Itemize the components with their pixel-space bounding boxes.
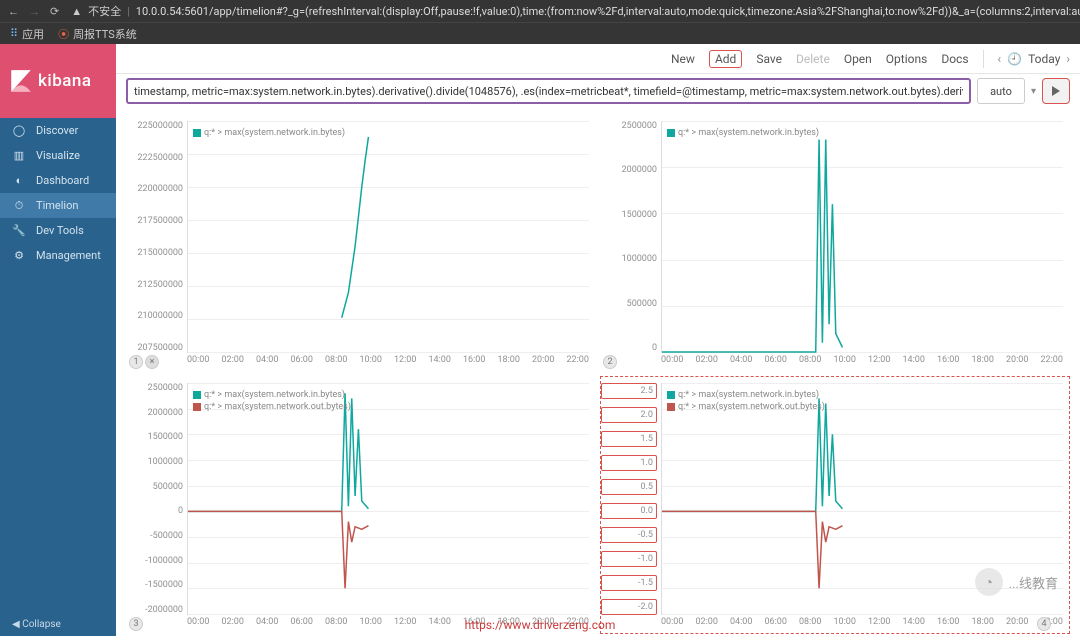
x-axis: 00:0002:0004:0006:0008:0010:0012:0014:00… — [661, 617, 1063, 631]
y-axis: 25000002000000150000010000005000000-5000… — [127, 383, 183, 615]
bookmarks-bar: ⠿应用 ⦿周报TTS系统 — [0, 22, 1080, 44]
y-axis: 2.52.01.51.00.50.0-0.5-1.0-1.5-2.0 — [601, 383, 657, 615]
query-row: ▾ — [116, 74, 1080, 108]
save-button[interactable]: Save — [756, 52, 782, 66]
sidebar-item-dashboard[interactable]: ◐Dashboard — [0, 168, 116, 193]
sidebar-item-devtools[interactable]: 🔧Dev Tools — [0, 218, 116, 243]
chevron-left-icon: ◀ — [12, 619, 20, 630]
browser-toolbar: ← → ⟳ ▲ 不安全 | 10.0.0.54:5601/app/timelio… — [0, 0, 1080, 22]
time-range[interactable]: Today — [1028, 52, 1060, 66]
docs-button[interactable]: Docs — [941, 52, 968, 66]
bookmark-apps[interactable]: ⠿应用 — [10, 26, 44, 42]
wechat-icon: ◔ — [975, 568, 1003, 596]
insecure-label: 不安全 — [88, 3, 121, 19]
watermark: ◔ ...线教育 — [975, 568, 1058, 596]
kibana-logo[interactable]: kibana — [0, 44, 116, 118]
y-axis: 2250000002225000002200000002175000002150… — [127, 121, 183, 353]
x-axis: 00:0002:0004:0006:0008:0010:0012:0014:00… — [187, 355, 589, 369]
chart-legend: q:* > max(system.network.in.bytes) q:* >… — [667, 389, 825, 413]
chevron-down-icon[interactable]: ▾ — [1031, 86, 1036, 97]
clock-icon: ⏱ — [12, 199, 26, 213]
footer-link[interactable]: https://www.driverzeng.com — [465, 618, 616, 632]
interval-select[interactable] — [977, 78, 1025, 104]
sidebar-item-discover[interactable]: ◯Discover — [0, 118, 116, 143]
gear-icon: ⚙ — [12, 249, 26, 262]
chart-panel-2[interactable]: 25000002000000150000010000005000000 q:* … — [600, 114, 1070, 372]
bookmark-tts[interactable]: ⦿周报TTS系统 — [58, 26, 137, 42]
compass-icon: ◯ — [12, 124, 26, 137]
plot-area — [661, 121, 1063, 353]
wrench-icon: 🔧 — [12, 224, 26, 237]
x-axis: 00:0002:0004:0006:0008:0010:0012:0014:00… — [661, 355, 1063, 369]
run-button[interactable] — [1042, 78, 1070, 104]
sidebar-item-management[interactable]: ⚙Management — [0, 243, 116, 268]
warning-icon: ▲ — [71, 5, 82, 18]
delete-button[interactable]: Delete — [796, 52, 830, 66]
play-icon — [1051, 86, 1061, 96]
prev-page-icon[interactable]: ‹ — [998, 52, 1002, 66]
chart-panel-3[interactable]: 25000002000000150000010000005000000-5000… — [126, 376, 596, 634]
forward-icon[interactable]: → — [29, 5, 40, 18]
timelion-expression-input[interactable] — [126, 78, 971, 104]
clock-icon: 🕘 — [1007, 52, 1022, 66]
bar-chart-icon: ▥ — [12, 149, 26, 162]
sidebar-item-visualize[interactable]: ▥Visualize — [0, 143, 116, 168]
panel-number: 2 — [603, 355, 617, 369]
chart-legend: q:* > max(system.network.in.bytes) q:* >… — [193, 389, 351, 413]
open-button[interactable]: Open — [844, 52, 872, 66]
sidebar-collapse[interactable]: ◀ Collapse — [0, 612, 116, 636]
chart-legend: q:* > max(system.network.in.bytes) — [667, 127, 819, 139]
plot-area — [187, 383, 589, 615]
gauge-icon: ◐ — [12, 174, 26, 187]
panel-number: 1 — [129, 355, 143, 369]
reload-icon[interactable]: ⟳ — [50, 5, 59, 18]
main-content: New Add Save Delete Open Options Docs ‹ … — [116, 44, 1080, 636]
next-page-icon[interactable]: › — [1066, 52, 1070, 66]
sidebar-item-timelion[interactable]: ⏱Timelion — [0, 193, 116, 218]
add-button[interactable]: Add — [709, 50, 742, 68]
chart-panel-1[interactable]: 2250000002225000002200000002175000002150… — [126, 114, 596, 372]
kibana-sidebar: kibana ◯Discover ▥Visualize ◐Dashboard ⏱… — [0, 44, 116, 636]
panel-number: 3 — [129, 617, 143, 631]
timelion-toolbar: New Add Save Delete Open Options Docs ‹ … — [116, 44, 1080, 74]
options-button[interactable]: Options — [886, 52, 928, 66]
panel-close-icon[interactable]: × — [145, 355, 159, 369]
panel-number: 4 — [1037, 617, 1051, 631]
back-icon[interactable]: ← — [8, 5, 19, 18]
plot-area — [187, 121, 589, 353]
url-text[interactable]: 10.0.0.54:5601/app/timelion#?_g=(refresh… — [136, 5, 1080, 18]
y-axis: 25000002000000150000010000005000000 — [601, 121, 657, 353]
new-button[interactable]: New — [671, 52, 695, 66]
charts-grid: 2250000002225000002200000002175000002150… — [116, 108, 1080, 636]
chart-legend: q:* > max(system.network.in.bytes) — [193, 127, 345, 139]
